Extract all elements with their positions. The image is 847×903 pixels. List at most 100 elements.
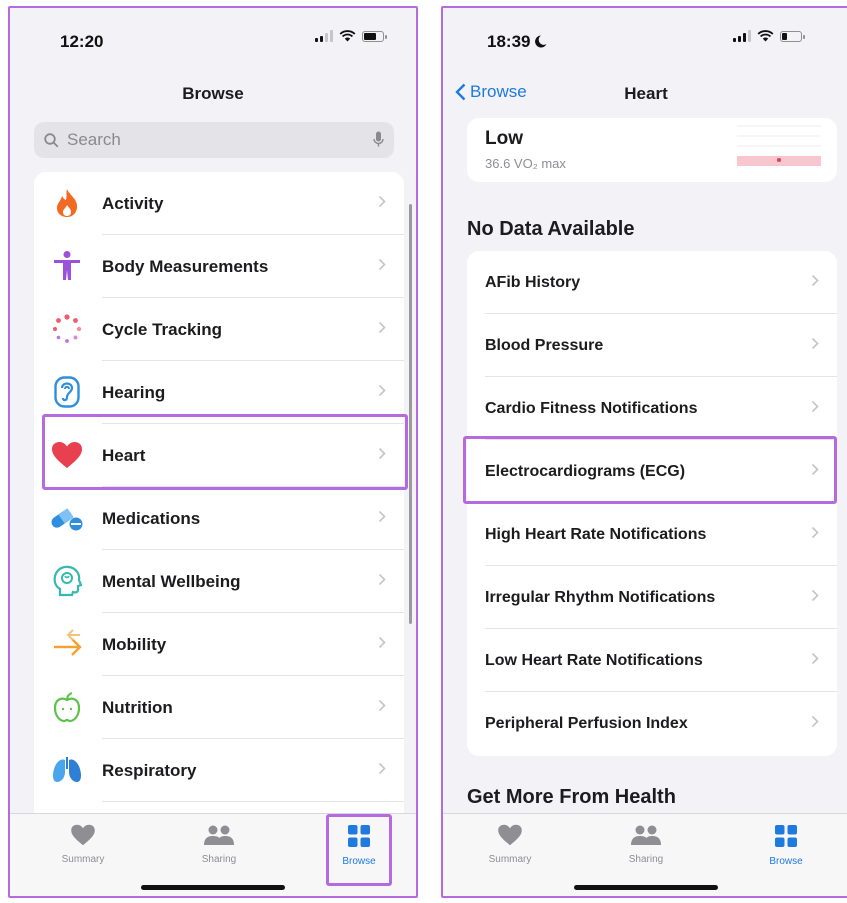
wifi-icon [757, 30, 774, 42]
status-time: 12:20 [60, 32, 104, 51]
list-item-label: AFib History [485, 273, 581, 291]
list-item-label: Peripheral Perfusion Index [485, 714, 688, 732]
moon-icon [535, 35, 547, 48]
heart-row-highlight [42, 414, 408, 490]
list-item-cardio-fitness-notifications[interactable]: Cardio Fitness Notifications [467, 377, 837, 440]
cellular-signal-icon [315, 30, 333, 42]
chevron-right-icon [811, 589, 819, 602]
tab-bar: Summary Sharing Browse [443, 813, 847, 896]
list-item-label: Irregular Rhythm Notifications [485, 588, 716, 606]
browse-screen: 12:20 Browse Activity Body Measurements [8, 6, 418, 898]
browse-category-list: Activity Body Measurements Cycle Trackin… [34, 172, 404, 832]
cardio-fitness-level: Low [485, 128, 523, 149]
lungs-icon [50, 753, 84, 787]
head-brain-icon [50, 564, 84, 598]
search-bar[interactable] [34, 122, 394, 158]
category-respiratory[interactable]: Respiratory [34, 739, 404, 802]
browse-tab-highlight [326, 814, 392, 886]
list-item-label: High Heart Rate Notifications [485, 525, 707, 543]
heart-icon [71, 824, 95, 846]
category-mental-wellbeing[interactable]: Mental Wellbeing [34, 550, 404, 613]
wifi-icon [339, 30, 356, 42]
home-indicator [574, 885, 718, 890]
chevron-right-icon [378, 321, 386, 334]
cardio-fitness-card[interactable]: Low 36.6 VO₂ max [467, 118, 837, 182]
ear-icon [50, 375, 84, 409]
category-label: Cycle Tracking [102, 319, 223, 339]
status-icons [733, 30, 805, 42]
list-item-blood-pressure[interactable]: Blood Pressure [467, 314, 837, 377]
category-label: Mobility [102, 634, 167, 654]
chevron-right-icon [378, 384, 386, 397]
chevron-right-icon [811, 337, 819, 350]
mini-range-chart [737, 125, 821, 166]
divider [102, 801, 404, 802]
status-time: 18:39 [487, 32, 547, 52]
pills-icon [50, 501, 84, 535]
chevron-right-icon [378, 573, 386, 586]
list-item-label: Cardio Fitness Notifications [485, 399, 698, 417]
chevron-right-icon [378, 510, 386, 523]
tab-summary[interactable]: Summary [465, 824, 555, 865]
category-cycle-tracking[interactable]: Cycle Tracking [34, 298, 404, 361]
vo2-max-value: 36.6 VO₂ max [485, 156, 566, 171]
list-item-high-heart-rate-notifications[interactable]: High Heart Rate Notifications [467, 503, 837, 566]
category-body-measurements[interactable]: Body Measurements [34, 235, 404, 298]
people-icon [204, 825, 234, 845]
ecg-row-highlight [463, 436, 837, 504]
list-item-label: Low Heart Rate Notifications [485, 651, 703, 669]
arrows-icon [50, 627, 84, 661]
list-item-label: Blood Pressure [485, 336, 604, 354]
tab-label: Summary [61, 854, 105, 865]
chevron-right-icon [811, 715, 819, 728]
cellular-signal-icon [733, 30, 751, 42]
status-bar: 12:20 [10, 8, 416, 66]
tab-browse[interactable]: Browse [741, 824, 831, 867]
list-item-low-heart-rate-notifications[interactable]: Low Heart Rate Notifications [467, 629, 837, 692]
chevron-right-icon [378, 636, 386, 649]
scrollbar[interactable] [409, 204, 412, 624]
category-mobility[interactable]: Mobility [34, 613, 404, 676]
chevron-right-icon [378, 699, 386, 712]
category-label: Mental Wellbeing [102, 571, 241, 591]
battery-icon [362, 30, 387, 42]
category-label: Hearing [102, 382, 166, 402]
search-icon [44, 132, 59, 147]
category-label: Nutrition [102, 697, 173, 717]
category-label: Activity [102, 193, 164, 213]
tab-sharing[interactable]: Sharing [174, 824, 264, 865]
status-bar: 18:39 [443, 8, 847, 66]
person-figure-icon [50, 249, 84, 283]
chevron-right-icon [378, 258, 386, 271]
chevron-right-icon [811, 400, 819, 413]
category-label: Medications [102, 508, 201, 528]
heart-screen: 18:39 Browse Heart Low 36.6 VO₂ max No D… [441, 6, 847, 898]
tab-summary[interactable]: Summary [38, 824, 128, 865]
tab-label: Browse [769, 856, 803, 867]
tab-label: Sharing [628, 854, 664, 865]
people-icon [631, 825, 661, 845]
category-label: Respiratory [102, 760, 197, 780]
category-nutrition[interactable]: Nutrition [34, 676, 404, 739]
chevron-right-icon [811, 526, 819, 539]
cycle-dots-icon [50, 312, 84, 346]
list-item-peripheral-perfusion-index[interactable]: Peripheral Perfusion Index [467, 692, 837, 755]
no-data-section-title: No Data Available [467, 218, 635, 240]
home-indicator [141, 885, 285, 890]
grid-icon [775, 825, 797, 847]
search-input[interactable] [65, 129, 369, 151]
flame-icon [50, 186, 84, 220]
category-label: Body Measurements [102, 256, 269, 276]
list-item-afib-history[interactable]: AFib History [467, 251, 837, 314]
battery-icon [780, 30, 805, 42]
list-item-irregular-rhythm-notifications[interactable]: Irregular Rhythm Notifications [467, 566, 837, 629]
tab-sharing[interactable]: Sharing [601, 824, 691, 865]
microphone-icon[interactable] [373, 131, 384, 148]
chevron-right-icon [378, 762, 386, 775]
more-section-title: Get More From Health [467, 786, 676, 808]
category-activity[interactable]: Activity [34, 172, 404, 235]
apple-icon [50, 690, 84, 724]
chevron-right-icon [378, 195, 386, 208]
category-medications[interactable]: Medications [34, 487, 404, 550]
chevron-right-icon [811, 274, 819, 287]
